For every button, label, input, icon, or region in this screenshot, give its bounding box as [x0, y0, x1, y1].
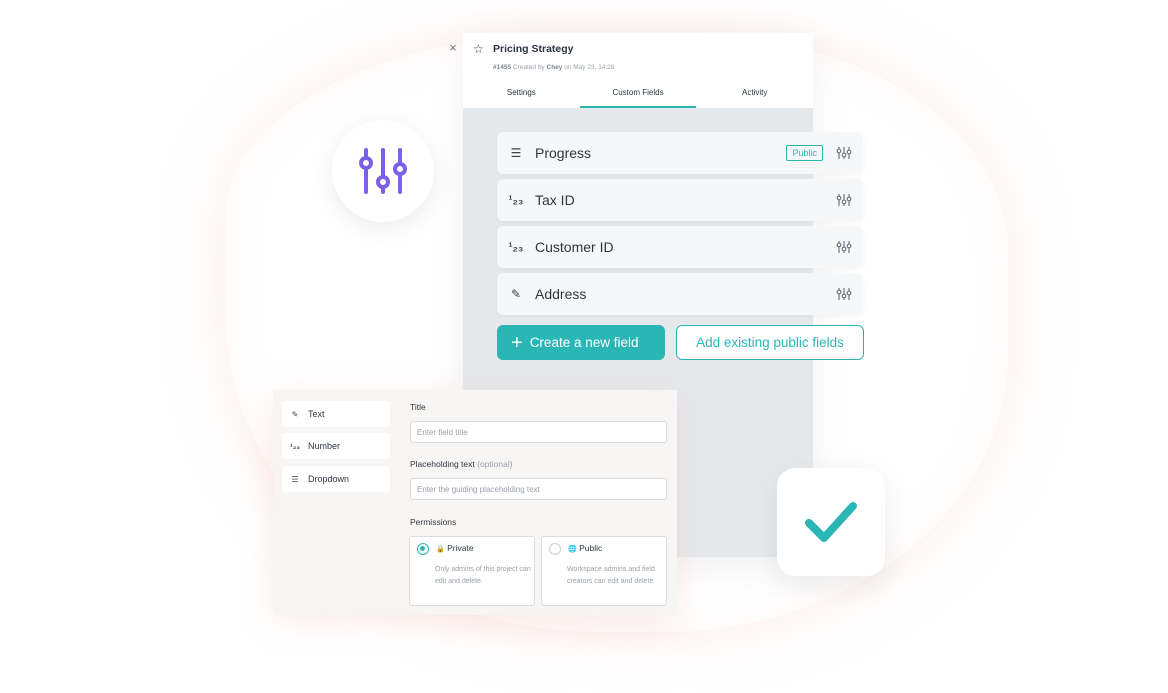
globe-icon: 🌐 [568, 546, 577, 553]
field-row-progress[interactable]: ☰ Progress Public [497, 132, 863, 174]
field-row-address[interactable]: ✎ Address [497, 273, 863, 315]
type-option-number[interactable]: ¹₂₃ Number [282, 433, 390, 459]
tab-activity[interactable]: Activity [696, 83, 813, 108]
field-settings-icon[interactable] [835, 146, 853, 160]
new-field-form: ✎ Text ¹₂₃ Number ☰ Dropdown Title Enter… [273, 390, 677, 615]
permission-description: Workspace admins and field creators can … [567, 566, 655, 585]
field-row-customer-id[interactable]: ¹₂₃ Customer ID [497, 226, 863, 268]
star-icon[interactable]: ☆ [473, 42, 484, 56]
public-radio[interactable] [549, 543, 561, 555]
field-label: Progress [535, 145, 592, 161]
optional-label: (optional) [477, 459, 513, 469]
permission-label: Private [447, 543, 474, 553]
field-row-tax-id[interactable]: ¹₂₃ Tax ID [497, 179, 863, 221]
title-input[interactable]: Enter field title [410, 421, 667, 443]
page-title: Pricing Strategy [493, 43, 574, 55]
permission-title: 🌐 Public [568, 543, 602, 553]
tab-settings[interactable]: Settings [463, 83, 580, 108]
list-icon: ☰ [291, 474, 299, 484]
lock-icon: 🔒 [436, 546, 445, 553]
success-badge [777, 468, 885, 576]
close-icon[interactable]: × [445, 40, 461, 56]
tab-bar: Settings Custom Fields Activity [463, 83, 813, 108]
number-icon: ¹₂₃ [508, 240, 524, 254]
add-existing-fields-button[interactable]: Add existing public fields [676, 325, 864, 360]
panel-header: × ☆ Pricing Strategy #1455 Created by Ch… [449, 33, 813, 108]
created-by-label: Created by [512, 64, 545, 71]
permission-public-option[interactable]: 🌐 Public Workspace admins and field crea… [541, 536, 667, 606]
field-settings-icon[interactable] [835, 287, 853, 301]
placeholder-label: Placeholding text (optional) [410, 459, 513, 469]
tab-custom-fields[interactable]: Custom Fields [579, 83, 697, 108]
private-radio[interactable] [417, 543, 429, 555]
create-field-button[interactable]: + Create a new field [497, 325, 665, 360]
field-label: Tax ID [535, 192, 575, 208]
public-badge: Public [786, 145, 823, 161]
type-label: Dropdown [308, 474, 350, 484]
permission-private-option[interactable]: 🔒 Private Only admins of this project ca… [409, 536, 535, 606]
creator-name: Chey [546, 64, 563, 71]
number-icon: ¹₂₃ [508, 193, 524, 207]
field-settings-icon[interactable] [835, 240, 853, 254]
on-label: on [564, 64, 572, 71]
permission-label: Public [579, 543, 603, 553]
placeholder-input[interactable]: Enter the guiding placeholding text [410, 478, 667, 500]
placeholder-label-text: Placeholding text [410, 459, 475, 469]
checkmark-icon [805, 502, 857, 542]
type-option-text[interactable]: ✎ Text [282, 401, 390, 427]
task-meta: #1455 Created by Chey on May 23, 14:28 [493, 64, 614, 71]
number-icon: ¹₂₃ [290, 441, 300, 451]
field-label: Customer ID [535, 239, 614, 255]
title-label: Title [410, 402, 426, 412]
type-label: Text [308, 409, 325, 419]
sliders-badge [332, 120, 434, 222]
field-label: Address [535, 286, 587, 302]
type-option-dropdown[interactable]: ☰ Dropdown [282, 466, 390, 492]
field-settings-icon[interactable] [835, 193, 853, 207]
type-label: Number [308, 441, 341, 451]
permission-description: Only admins of this project can edit and… [435, 566, 531, 585]
pencil-icon: ✎ [510, 287, 522, 301]
plus-icon: + [511, 331, 523, 354]
permission-title: 🔒 Private [436, 543, 474, 553]
created-date: May 23, 14:28 [573, 64, 615, 71]
list-icon: ☰ [510, 146, 522, 160]
create-field-label: Create a new field [529, 335, 639, 350]
sliders-icon [359, 148, 407, 194]
task-id: #1455 [493, 64, 512, 71]
permissions-label: Permissions [410, 517, 457, 527]
pencil-icon: ✎ [291, 409, 299, 419]
